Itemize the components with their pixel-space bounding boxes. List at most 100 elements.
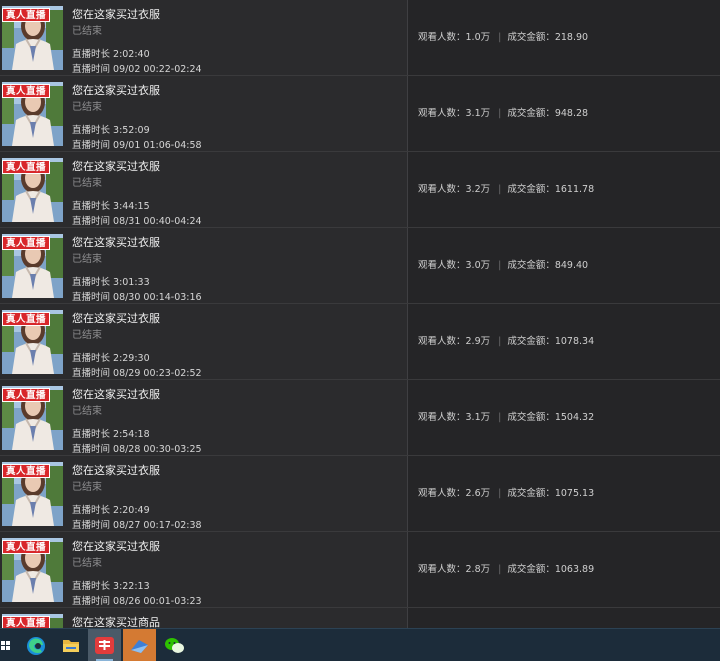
session-thumbnail[interactable]: 真人直播 bbox=[2, 82, 63, 146]
session-stats-cell: 观看人数：3.1万 | 成交金额：948.28 bbox=[408, 76, 720, 151]
viewers-label: 观看人数： bbox=[418, 412, 466, 423]
taskbar bbox=[0, 628, 720, 661]
live-session-row[interactable]: 真人直播 您在这家买过商品 bbox=[0, 608, 720, 628]
session-stats-cell bbox=[408, 608, 720, 628]
session-stats: 观看人数：2.8万 | 成交金额：1063.89 bbox=[418, 561, 594, 575]
session-thumbnail[interactable]: 真人直播 bbox=[2, 310, 63, 374]
session-title: 您在这家买过衣服 bbox=[72, 160, 160, 173]
session-duration: 直播时长 3:01:33 bbox=[72, 277, 150, 288]
sales-label: 成交金额： bbox=[507, 336, 555, 347]
session-stats-cell: 观看人数：2.9万 | 成交金额：1078.34 bbox=[408, 304, 720, 379]
session-duration: 直播时长 3:52:09 bbox=[72, 125, 150, 136]
session-time: 直播时间 08/29 00:23-02:52 bbox=[72, 368, 202, 379]
sales-label: 成交金额： bbox=[507, 32, 555, 43]
live-badge: 真人直播 bbox=[2, 540, 51, 554]
session-duration: 直播时长 2:20:49 bbox=[72, 505, 150, 516]
live-session-row[interactable]: 真人直播 您在这家买过衣服 已结束 直播时长 3:44:15 直播时间 08/31 00… bbox=[0, 152, 720, 228]
viewers-value: 2.6万 bbox=[465, 488, 491, 499]
session-time: 直播时间 08/26 00:01-03:23 bbox=[72, 596, 202, 607]
sales-value: 948.28 bbox=[554, 108, 589, 119]
session-duration: 直播时长 2:54:18 bbox=[72, 429, 150, 440]
session-title: 您在这家买过衣服 bbox=[72, 312, 160, 325]
session-thumbnail[interactable]: 真人直播 bbox=[2, 386, 63, 450]
viewers-value: 3.1万 bbox=[465, 108, 491, 119]
session-thumbnail[interactable]: 真人直播 bbox=[2, 462, 63, 526]
session-stats: 观看人数：1.0万 | 成交金额：218.90 bbox=[418, 29, 588, 43]
session-thumbnail[interactable]: 真人直播 bbox=[2, 234, 63, 298]
live-session-row[interactable]: 真人直播 您在这家买过衣服 已结束 直播时长 2:54:18 直播时间 08/28 00… bbox=[0, 380, 720, 456]
viewers-label: 观看人数： bbox=[418, 184, 466, 195]
sales-value: 1075.13 bbox=[554, 488, 595, 499]
session-info-cell: 真人直播 您在这家买过衣服 已结束 直播时长 3:44:15 直播时间 08/31 00… bbox=[0, 152, 408, 227]
sales-label: 成交金额： bbox=[507, 412, 555, 423]
viewers-value: 1.0万 bbox=[465, 32, 491, 43]
sales-label: 成交金额： bbox=[507, 108, 555, 119]
session-status: 已结束 bbox=[72, 330, 102, 341]
sales-value: 849.40 bbox=[554, 260, 589, 271]
session-duration: 直播时长 2:02:40 bbox=[72, 49, 150, 60]
session-thumbnail[interactable]: 真人直播 bbox=[2, 6, 63, 70]
wechat-icon[interactable] bbox=[158, 629, 191, 661]
session-thumbnail[interactable]: 真人直播 bbox=[2, 614, 63, 628]
viewers-value: 3.1万 bbox=[465, 412, 491, 423]
live-session-row[interactable]: 真人直播 您在这家买过衣服 已结束直播时长 2:02:40 直播时间 09/02 00… bbox=[0, 0, 720, 76]
session-time: 直播时间 08/31 00:40-04:24 bbox=[72, 216, 202, 227]
session-time: 直播时间 09/02 00:22-02:24 bbox=[72, 64, 202, 75]
session-status: 已结束 bbox=[72, 558, 102, 569]
session-status: 已结束 bbox=[72, 406, 102, 417]
app-red-icon[interactable] bbox=[88, 629, 121, 661]
viewers-value: 2.9万 bbox=[465, 336, 491, 347]
stats-divider: | bbox=[498, 32, 502, 43]
stats-divider: | bbox=[498, 412, 502, 423]
live-badge: 真人直播 bbox=[2, 236, 51, 250]
app-blue-icon[interactable] bbox=[123, 629, 156, 661]
live-badge: 真人直播 bbox=[2, 388, 51, 402]
session-info-cell: 真人直播 您在这家买过衣服 已结束 直播时长 2:54:18 直播时间 08/28 00… bbox=[0, 380, 408, 455]
live-badge: 真人直播 bbox=[2, 8, 51, 22]
session-status: 已结束 bbox=[72, 178, 102, 189]
sales-value: 1078.34 bbox=[554, 336, 595, 347]
session-info-cell: 真人直播 您在这家买过衣服 已结束直播时长 2:02:40 直播时间 09/02 00… bbox=[0, 0, 408, 75]
stats-divider: | bbox=[498, 488, 502, 499]
session-status: 已结束 bbox=[72, 26, 102, 37]
session-thumbnail[interactable]: 真人直播 bbox=[2, 158, 63, 222]
sales-label: 成交金额： bbox=[507, 564, 555, 575]
sales-label: 成交金额： bbox=[507, 260, 555, 271]
sales-label: 成交金额： bbox=[507, 488, 555, 499]
edge-browser-icon[interactable] bbox=[20, 629, 53, 661]
live-session-row[interactable]: 真人直播 您在这家买过衣服 已结束 直播时长 3:22:13 直播时间 08/26 00… bbox=[0, 532, 720, 608]
live-session-row[interactable]: 真人直播 您在这家买过衣服 已结束 直播时长 2:20:49 直播时间 08/27 00… bbox=[0, 456, 720, 532]
session-thumbnail[interactable]: 真人直播 bbox=[2, 538, 63, 602]
session-stats-cell: 观看人数：1.0万 | 成交金额：218.90 bbox=[408, 0, 720, 75]
sales-value: 1611.78 bbox=[554, 184, 595, 195]
session-title: 您在这家买过衣服 bbox=[72, 540, 160, 553]
live-history-window: 真人直播 您在这家买过衣服 已结束 直播时长 2:02:40 直播时间 09/02 00… bbox=[0, 0, 720, 661]
file-explorer-icon[interactable] bbox=[54, 629, 87, 661]
viewers-value: 3.2万 bbox=[465, 184, 491, 195]
live-badge: 真人直播 bbox=[2, 312, 51, 326]
session-info-cell: 真人直播 您在这家买过衣服 已结束直播时长 2:29:30 直播时间 08/29 00… bbox=[0, 304, 408, 379]
session-status: 已结束 bbox=[72, 482, 102, 493]
session-status: 已结束 bbox=[72, 254, 102, 265]
session-stats: 观看人数：2.9万 | 成交金额：1078.34 bbox=[418, 333, 594, 347]
stats-divider: | bbox=[498, 564, 502, 575]
live-session-row[interactable]: 真人直播 您在这家买过衣服 已结束 直播时长 3:01:33 直播时间 08/30 00… bbox=[0, 228, 720, 304]
session-stats-cell: 观看人数：3.1万 | 成交金额：1504.32 bbox=[408, 380, 720, 455]
session-title: 您在这家买过商品 bbox=[72, 616, 160, 628]
viewers-label: 观看人数： bbox=[418, 32, 466, 43]
session-title: 您在这家买过衣服 bbox=[72, 8, 160, 21]
viewers-label: 观看人数： bbox=[418, 488, 466, 499]
session-stats: 观看人数：3.1万 | 成交金额：948.28 bbox=[418, 105, 588, 119]
session-time: 直播时间 09/01 01:06-04:58 bbox=[72, 140, 202, 151]
session-duration: 直播时长 2:29:30 bbox=[72, 353, 150, 364]
live-session-row[interactable]: 真人直播 您在这家买过衣服 已结束 直播时长 3:52:09 直播时间 09/01 01… bbox=[0, 76, 720, 152]
live-badge: 真人直播 bbox=[2, 464, 51, 478]
session-title: 您在这家买过衣服 bbox=[72, 236, 160, 249]
live-session-row[interactable]: 真人直播 您在这家买过衣服 已结束直播时长 2:29:30 直播时间 08/29 00… bbox=[0, 304, 720, 380]
session-stats: 观看人数：2.6万 | 成交金额：1075.13 bbox=[418, 485, 594, 499]
session-title: 您在这家买过衣服 bbox=[72, 388, 160, 401]
live-badge: 真人直播 bbox=[2, 84, 51, 98]
viewers-value: 2.8万 bbox=[465, 564, 491, 575]
viewers-label: 观看人数： bbox=[418, 564, 466, 575]
session-stats-cell: 观看人数：3.0万 | 成交金额：849.40 bbox=[408, 228, 720, 303]
